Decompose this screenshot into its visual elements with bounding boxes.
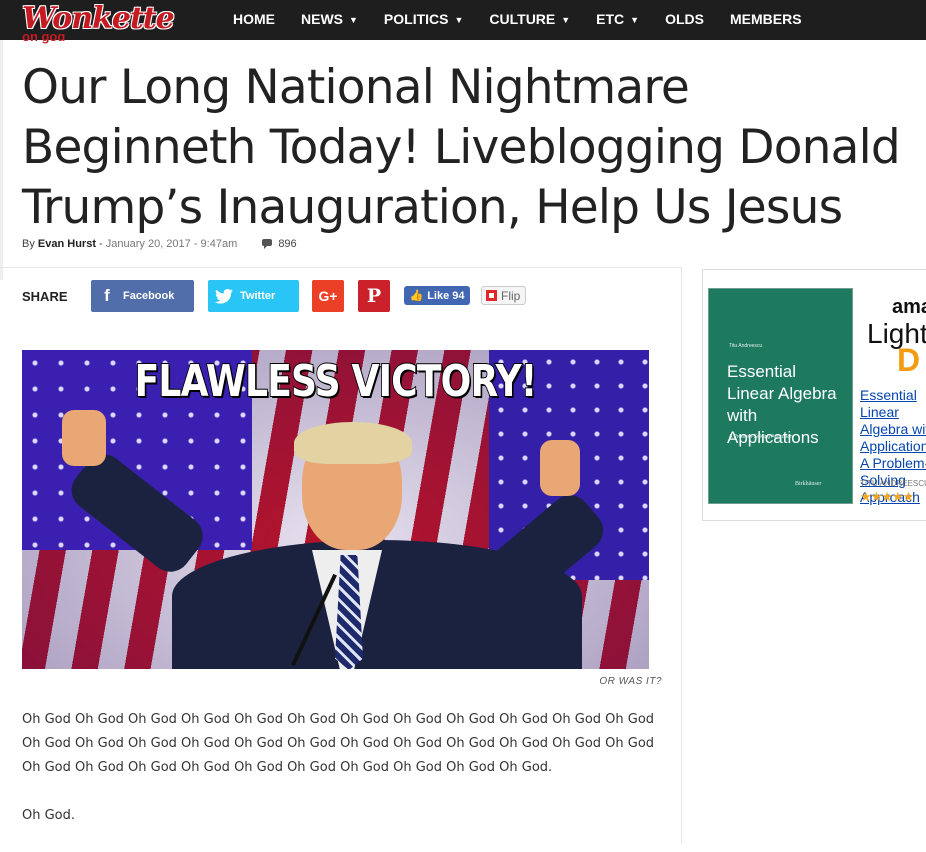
nav-news-label: NEWS	[301, 11, 343, 27]
pinterest-icon: P	[366, 285, 382, 307]
amazon-logo: ama	[892, 296, 926, 318]
book-cover-image[interactable]: Titu Andreescu Essential Linear Algebra …	[708, 288, 853, 504]
nav-etc[interactable]: ETC ▼	[583, 0, 652, 40]
rating-stars: ★★★★★	[860, 490, 914, 505]
book-subtitle: A Problem-Solving Approach	[729, 434, 793, 440]
article-hero-image: FLAWLESS VICTORY!	[22, 350, 649, 669]
paragraph: Oh God.	[22, 808, 76, 823]
facebook-icon: f	[104, 286, 110, 305]
nav-members[interactable]: MEMBERS	[717, 0, 815, 40]
ad-headline-2: D	[897, 342, 921, 378]
facebook-share-button[interactable]: f Facebook	[91, 280, 194, 312]
nav-home-label: HOME	[233, 11, 275, 27]
thumbs-up-icon: 👍	[409, 290, 424, 302]
chevron-down-icon: ▼	[630, 15, 640, 25]
twitter-label: Twitter	[240, 290, 276, 302]
image-credit: OR WAS IT?	[599, 676, 662, 687]
nav-etc-label: ETC	[596, 11, 625, 27]
nav-home[interactable]: HOME	[220, 0, 288, 40]
ad-product-link[interactable]: Essential Linear Algebra with Applicatio…	[860, 387, 926, 506]
publish-date: January 20, 2017 - 9:47am	[105, 238, 238, 250]
divider	[0, 40, 3, 280]
googleplus-icon: G+	[318, 288, 338, 304]
thumbs-up-hand-right	[540, 440, 580, 496]
nav-culture[interactable]: CULTURE ▼	[476, 0, 583, 40]
article-body: Oh God Oh God Oh God Oh God Oh God Oh Go…	[22, 708, 662, 852]
category-tag[interactable]: oh god	[22, 34, 65, 46]
author-link[interactable]: Evan Hurst	[38, 238, 96, 250]
article-meta: By Evan Hurst - January 20, 2017 - 9:47a…	[22, 238, 297, 250]
divider	[0, 267, 682, 268]
sidebar-ad[interactable]: Titu Andreescu Essential Linear Algebra …	[702, 269, 926, 521]
article-title: Our Long National Nightmare Beginneth To…	[22, 60, 901, 235]
figure-hair	[294, 422, 412, 464]
nav-olds[interactable]: OLDS	[652, 0, 717, 40]
book-author: Titu Andreescu	[729, 343, 763, 349]
nav-politics[interactable]: POLITICS ▼	[371, 0, 476, 40]
byline-prefix: By	[22, 238, 35, 250]
meme-caption: FLAWLESS VICTORY!	[134, 355, 538, 408]
top-navbar: Wonkette HOME NEWS ▼ POLITICS ▼ CULTURE ▼ E…	[0, 0, 926, 40]
ad-author: TITU ANDREESCU	[860, 479, 926, 488]
flipboard-button[interactable]: Flip	[481, 286, 526, 305]
twitter-icon	[208, 280, 240, 312]
nav-culture-label: CULTURE	[489, 11, 556, 27]
book-publisher: Birkhäuser	[795, 481, 822, 487]
nav-olds-label: OLDS	[665, 11, 704, 27]
facebook-label: Facebook	[123, 290, 175, 302]
share-label: SHARE	[22, 289, 68, 304]
column-divider	[681, 267, 682, 844]
like-label: Like 94	[427, 289, 465, 302]
googleplus-share-button[interactable]: G+	[312, 280, 344, 312]
flipboard-icon	[486, 290, 497, 301]
nav-members-label: MEMBERS	[729, 11, 802, 27]
thumbs-up-hand-left	[62, 410, 106, 466]
nav-politics-label: POLITICS	[383, 11, 449, 27]
main-nav: HOME NEWS ▼ POLITICS ▼ CULTURE ▼ ETC ▼ OLDS …	[220, 0, 815, 40]
chevron-down-icon: ▼	[454, 15, 464, 25]
chevron-down-icon: ▼	[561, 15, 571, 25]
facebook-like-button[interactable]: 👍 Like 94	[404, 286, 470, 305]
nav-news[interactable]: NEWS ▼	[288, 0, 371, 40]
twitter-share-button[interactable]: Twitter	[208, 280, 299, 312]
chevron-down-icon: ▼	[349, 15, 358, 25]
paragraph: Oh God Oh God Oh God Oh God Oh God Oh Go…	[22, 712, 655, 775]
comment-icon[interactable]	[262, 239, 273, 249]
flip-label: Flip	[501, 288, 521, 303]
pinterest-share-button[interactable]: P	[358, 280, 390, 312]
comment-count[interactable]: 896	[278, 238, 296, 250]
